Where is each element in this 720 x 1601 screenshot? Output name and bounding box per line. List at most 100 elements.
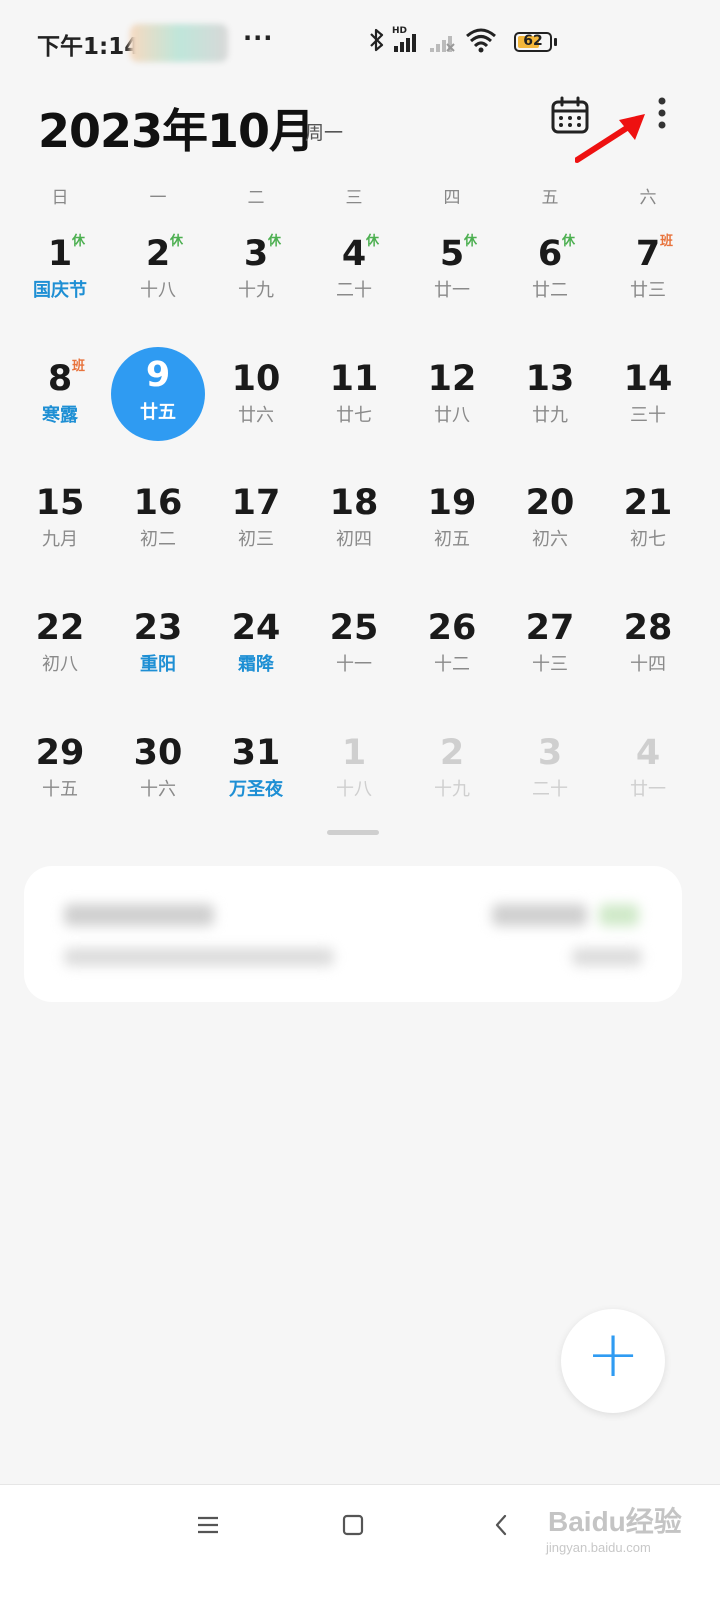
day-cell[interactable]: 2 十九 (402, 709, 502, 819)
day-number: 8 (47, 359, 73, 399)
day-cell[interactable]: 10 廿六 (206, 335, 306, 445)
day-cell[interactable]: 11 廿七 (304, 335, 404, 445)
day-number: 25 (329, 608, 379, 648)
day-number: 12 (427, 359, 477, 399)
day-number: 26 (427, 608, 477, 648)
event-card[interactable] (24, 866, 682, 1002)
menu-icon[interactable] (196, 1513, 220, 1537)
day-cell[interactable]: 5 廿一 休 (402, 210, 502, 320)
day-cell[interactable]: 3 二十 (500, 709, 600, 819)
day-cell[interactable]: 8 寒露 班 (10, 335, 110, 445)
day-cell[interactable]: 17 初三 (206, 459, 306, 569)
day-number: 24 (231, 608, 281, 648)
festival-label: 国庆节 (33, 280, 87, 301)
day-number: 31 (231, 733, 281, 773)
workday-badge: 班 (660, 234, 674, 249)
day-number: 2 (439, 733, 465, 773)
day-cell[interactable]: 25 十一 (304, 584, 404, 694)
day-number: 4 (341, 234, 367, 274)
day-cell[interactable]: 7 廿三 班 (598, 210, 698, 320)
day-cell[interactable]: 27 十三 (500, 584, 600, 694)
lunar-date: 初八 (42, 654, 78, 675)
day-cell[interactable]: 3 十九 休 (206, 210, 306, 320)
festival-label: 万圣夜 (229, 779, 283, 800)
day-number: 13 (525, 359, 575, 399)
day-number: 28 (623, 608, 673, 648)
day-cell[interactable]: 29 十五 (10, 709, 110, 819)
weekday-label: 四 (443, 188, 461, 208)
lunar-date: 初五 (434, 529, 470, 550)
day-cell[interactable]: 2 十八 休 (108, 210, 208, 320)
lunar-date: 十一 (336, 654, 372, 675)
lunar-date: 二十 (532, 779, 568, 800)
lunar-date: 十五 (42, 779, 78, 800)
lunar-date: 十二 (434, 654, 470, 675)
weekday-label: 一 (149, 188, 167, 208)
day-number: 23 (133, 608, 183, 648)
day-cell[interactable]: 21 初七 (598, 459, 698, 569)
lunar-date: 十六 (140, 779, 176, 800)
day-cell[interactable]: 6 廿二 休 (500, 210, 600, 320)
day-cell[interactable]: 16 初二 (108, 459, 208, 569)
blurred-notification-icons (130, 24, 228, 62)
day-cell[interactable]: 22 初八 (10, 584, 110, 694)
weekday-label: 日 (51, 188, 69, 208)
day-number: 5 (439, 234, 465, 274)
day-number: 17 (231, 483, 281, 523)
holiday-rest-badge: 休 (170, 234, 184, 249)
home-icon[interactable] (341, 1513, 365, 1537)
lunar-date: 二十 (336, 280, 372, 301)
day-number: 7 (635, 234, 661, 274)
battery-level: 62 (523, 33, 543, 49)
lunar-date: 廿七 (336, 405, 372, 426)
day-cell[interactable]: 20 初六 (500, 459, 600, 569)
day-cell[interactable]: 28 十四 (598, 584, 698, 694)
day-number: 1 (341, 733, 367, 773)
month-title[interactable]: 2023年10月 (38, 95, 315, 161)
day-cell[interactable]: 18 初四 (304, 459, 404, 569)
day-cell[interactable]: 26 十二 (402, 584, 502, 694)
day-cell[interactable]: 24 霜降 (206, 584, 306, 694)
add-event-button[interactable]: + (561, 1309, 665, 1413)
day-cell[interactable]: 23 重阳 (108, 584, 208, 694)
holiday-rest-badge: 休 (464, 234, 478, 249)
status-bar: 下午1:14 ··· HD 62 (0, 0, 720, 80)
day-cell[interactable]: 15 九月 (10, 459, 110, 569)
lunar-date: 十九 (434, 779, 470, 800)
day-cell[interactable]: 1 十八 (304, 709, 404, 819)
day-number: 2 (145, 234, 171, 274)
day-number: 3 (537, 733, 563, 773)
wifi-icon (466, 28, 496, 53)
lunar-date: 廿一 (630, 779, 666, 800)
day-number: 22 (35, 608, 85, 648)
holiday-rest-badge: 休 (562, 234, 576, 249)
blurred-event-meta (572, 948, 642, 966)
day-cell[interactable]: 4 廿一 (598, 709, 698, 819)
day-cell[interactable]: 12 廿八 (402, 335, 502, 445)
day-cell[interactable]: 4 二十 休 (304, 210, 404, 320)
lunar-date: 廿九 (532, 405, 568, 426)
day-number: 18 (329, 483, 379, 523)
day-cell[interactable]: 30 十六 (108, 709, 208, 819)
holiday-rest-badge: 休 (268, 234, 282, 249)
lunar-date: 廿八 (434, 405, 470, 426)
day-cell[interactable]: 14 三十 (598, 335, 698, 445)
battery-icon: 62 (514, 32, 552, 52)
more-notifications-indicator: ··· (243, 24, 274, 52)
day-cell[interactable]: 1 国庆节 休 (10, 210, 110, 320)
lunar-date: 十八 (336, 779, 372, 800)
plus-icon: + (586, 1318, 640, 1392)
lunar-date: 初三 (238, 529, 274, 550)
drag-handle[interactable] (327, 830, 379, 835)
network-hd-label: HD (392, 26, 407, 36)
day-cell[interactable]: 13 廿九 (500, 335, 600, 445)
day-number: 4 (635, 733, 661, 773)
red-arrow-annotation (575, 114, 645, 163)
day-cell-today[interactable]: 9 廿五 (108, 335, 208, 445)
day-cell[interactable]: 19 初五 (402, 459, 502, 569)
back-icon[interactable] (490, 1513, 514, 1537)
day-number: 6 (537, 234, 563, 274)
day-number: 14 (623, 359, 673, 399)
day-number: 16 (133, 483, 183, 523)
day-cell[interactable]: 31 万圣夜 (206, 709, 306, 819)
